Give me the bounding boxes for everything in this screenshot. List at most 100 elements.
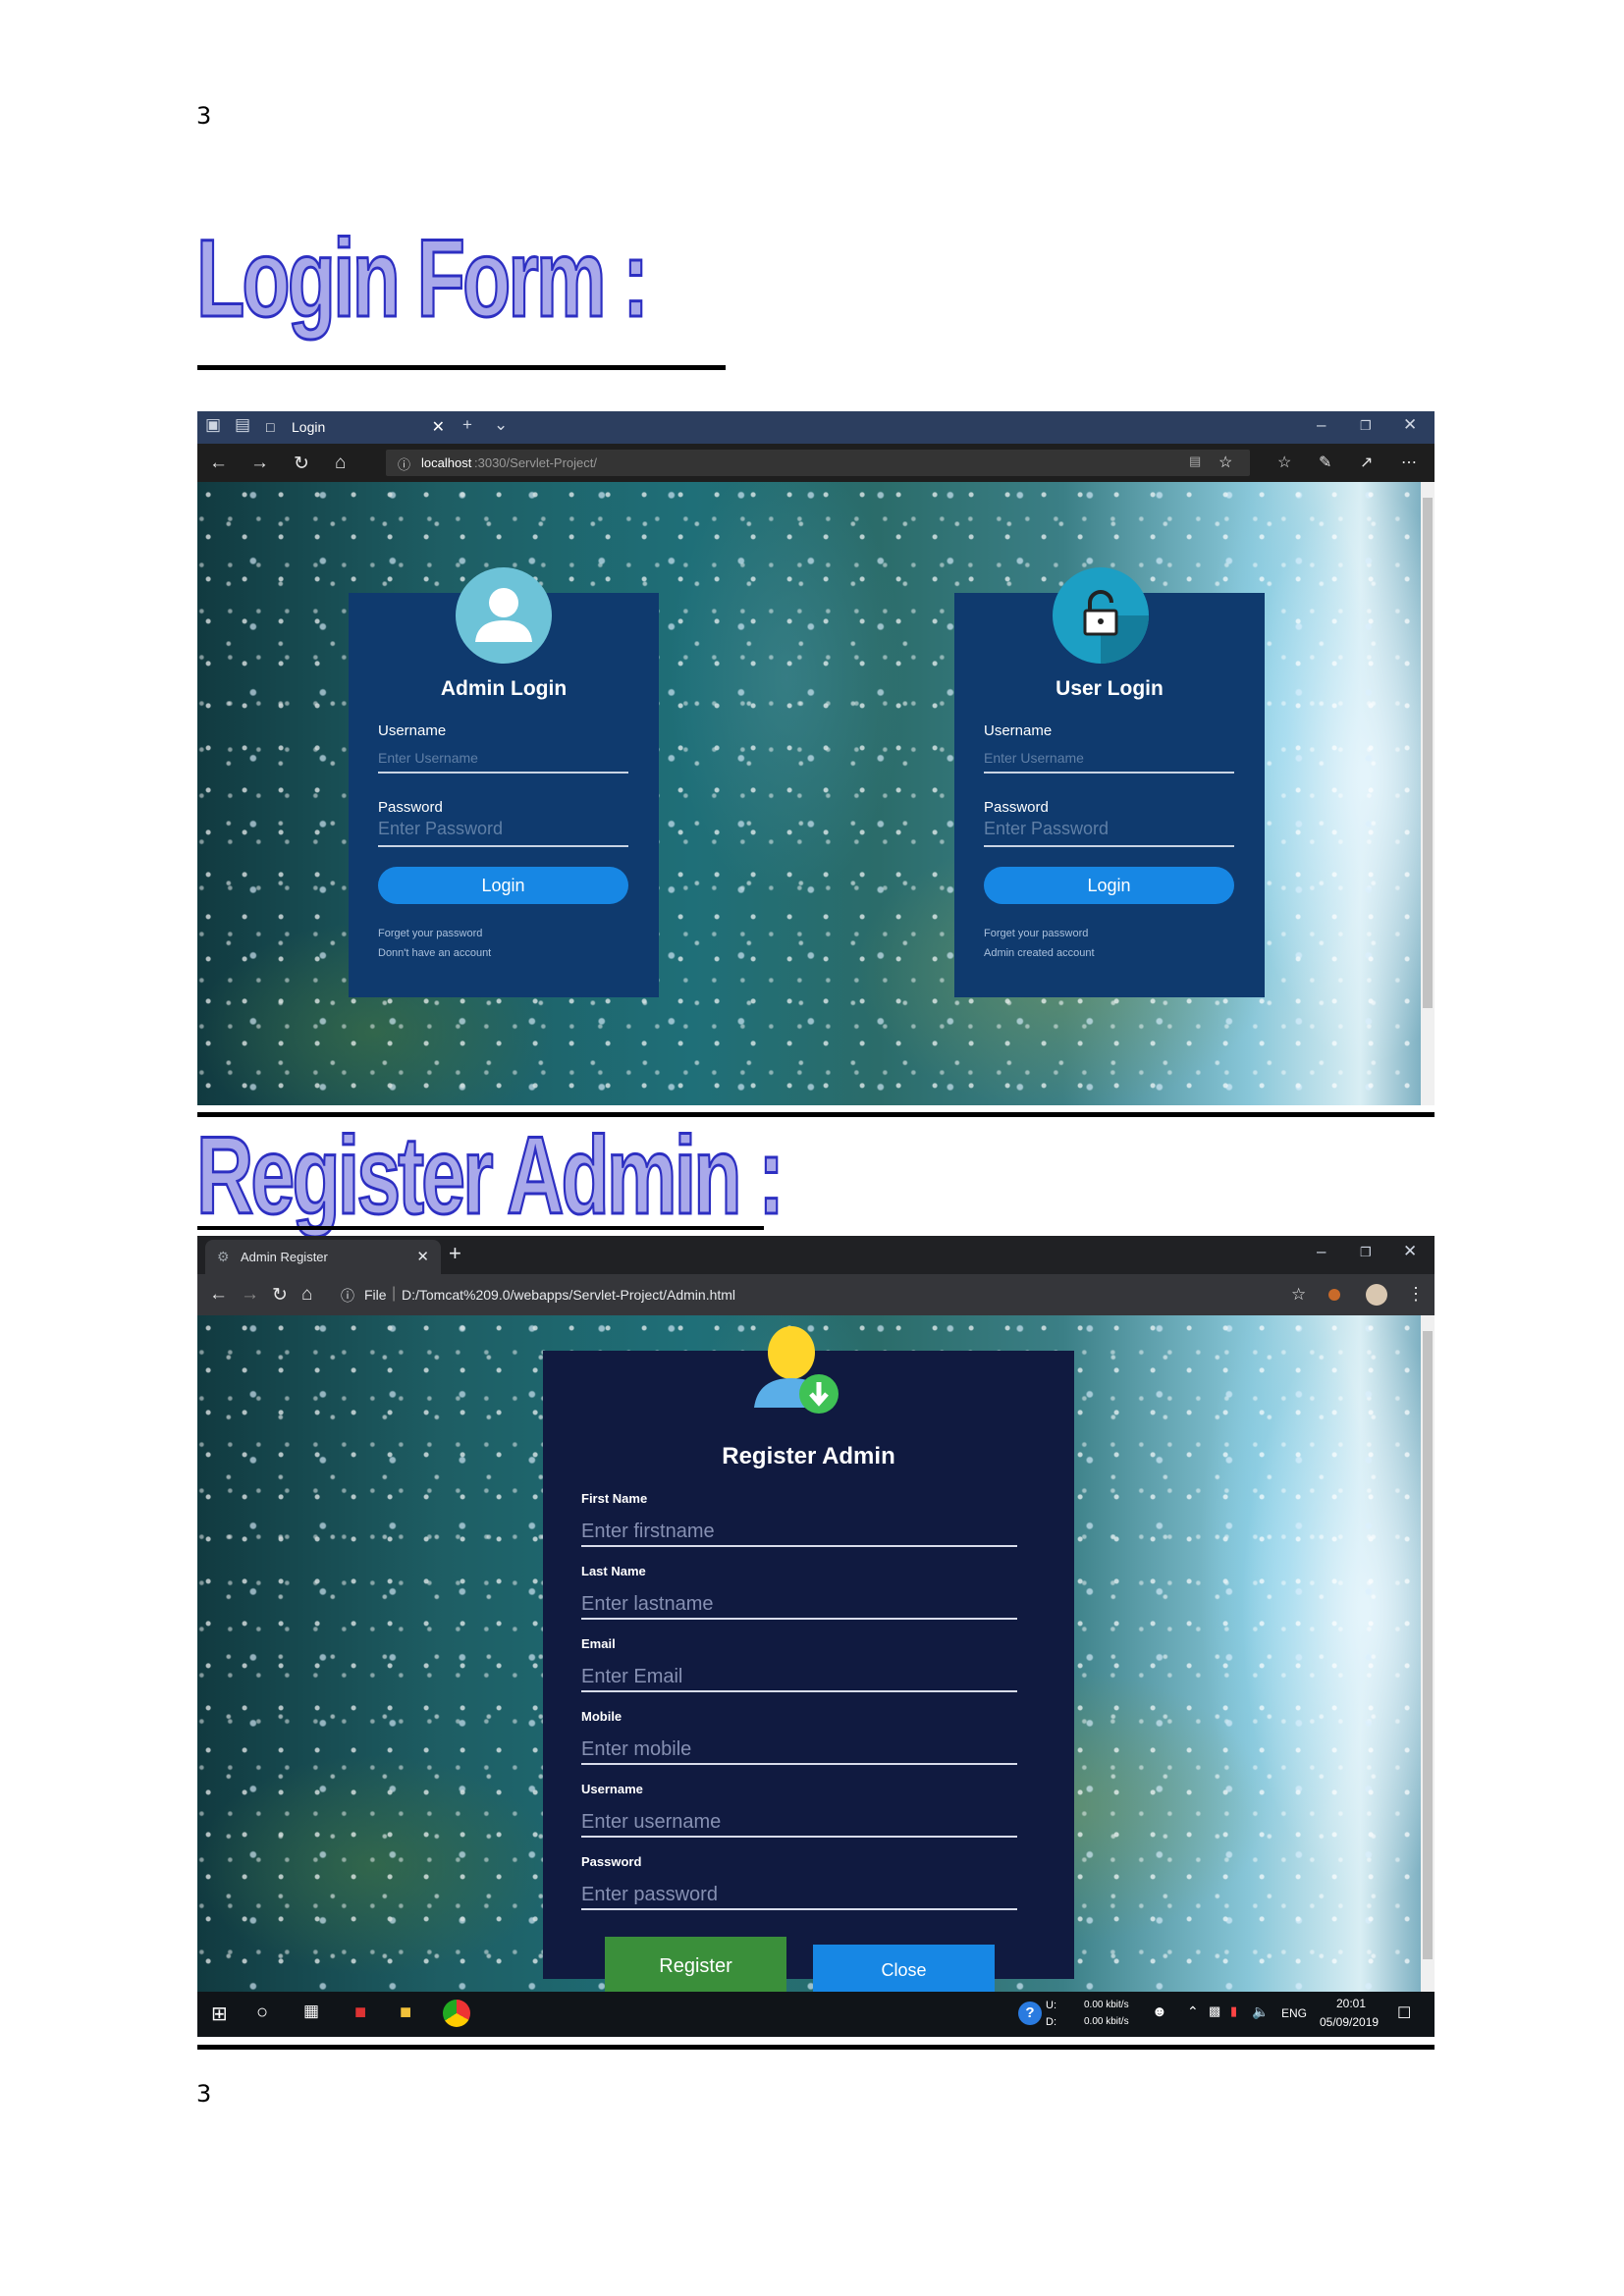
task-view-icon[interactable]: ▦ [303,2002,319,2021]
close-button[interactable]: Close [813,1945,995,1996]
file-explorer-icon[interactable]: ■ [400,2002,411,2024]
admin-login-card: Admin Login Username Enter Username Pass… [349,567,659,997]
scrollbar[interactable] [1421,482,1435,1105]
page-number-bottom: 3 [196,2080,212,2108]
url-host: localhost [421,455,472,470]
chevron-up-icon[interactable]: ⌃ [1187,2003,1199,2020]
scrollbar-thumb[interactable] [1423,1331,1433,1959]
bookmark-star-icon[interactable]: ☆ [1291,1285,1306,1305]
clock-date[interactable]: 05/09/2019 [1320,2015,1379,2029]
admin-forget-password-link[interactable]: Forget your password [378,928,482,939]
help-icon[interactable]: ? [1018,2002,1042,2025]
chrome-tab-bar: ⚙ Admin Register ✕ + – ❐ ✕ [197,1236,1435,1274]
notifications-icon[interactable]: ☐ [1397,2003,1411,2023]
back-icon[interactable]: ← [209,453,228,474]
user-username-input[interactable]: Enter Username [984,750,1234,774]
people-icon[interactable]: ☻ [1152,2003,1167,2020]
password-input[interactable]: Enter password [581,1884,1017,1910]
home-icon[interactable]: ⌂ [301,1284,312,1306]
admin-avatar [456,567,552,664]
minimize-icon[interactable]: – [1317,1242,1326,1261]
share-icon[interactable]: ↗ [1360,453,1373,472]
more-icon[interactable]: ⋯ [1401,453,1417,472]
admin-username-input[interactable]: Enter Username [378,750,628,774]
pen-icon[interactable]: ✎ [1319,453,1331,472]
battery-icon[interactable]: ▮ [1230,2003,1237,2019]
reading-view-icon[interactable]: ▤ [1189,454,1201,469]
scrollbar-thumb[interactable] [1423,498,1433,1008]
network-icon[interactable]: ▩ [1209,2003,1220,2019]
user-forget-password-link[interactable]: Forget your password [984,928,1088,939]
restore-icon[interactable]: ❐ [1360,1245,1372,1260]
app-icon[interactable]: ■ [354,2002,366,2024]
register-button[interactable]: Register [605,1937,786,1996]
new-tab-icon[interactable]: + [462,415,472,435]
tab-login[interactable]: □ Login ✕ [266,411,453,444]
tab-admin-register[interactable]: ⚙ Admin Register ✕ [205,1240,441,1274]
new-tab-icon[interactable]: + [449,1241,461,1266]
extension-icon[interactable] [1328,1289,1340,1301]
admin-password-label: Password [378,799,443,816]
email-label: Email [581,1636,616,1651]
edge-address-bar: ← → ↻ ⌂ ⓘ localhost :3030/Servlet-Projec… [197,444,1435,482]
register-screenshot: ⚙ Admin Register ✕ + – ❐ ✕ ← → ↻ ⌂ ⓘ Fil… [197,1236,1435,2037]
chrome-address-bar: ← → ↻ ⌂ ⓘ File | D:/Tomcat%209.0/webapps… [197,1274,1435,1315]
forward-icon[interactable]: → [250,453,269,474]
refresh-icon[interactable]: ↻ [272,1284,288,1307]
firstname-label: First Name [581,1491,648,1506]
page-icon: □ [266,419,275,435]
tab-manager-icon[interactable]: ▣ [205,415,221,435]
globe-icon: ⚙ [217,1249,230,1264]
lastname-input[interactable]: Enter lastname [581,1593,1017,1620]
net-down-value: 0.00 kbit/s [1084,2016,1129,2027]
language-indicator[interactable]: ENG [1281,2006,1307,2020]
favorites-icon[interactable]: ☆ [1277,453,1291,472]
close-window-icon[interactable]: ✕ [1403,1242,1417,1261]
firstname-input[interactable]: Enter firstname [581,1521,1017,1547]
url-field[interactable]: ⓘ localhost :3030/Servlet-Project/ ▤ ☆ [386,450,1250,476]
admin-username-label: Username [378,722,447,739]
admin-login-button[interactable]: Login [378,867,628,904]
chevron-down-icon[interactable]: ⌄ [494,415,508,435]
more-icon[interactable]: ⋮ [1407,1284,1425,1305]
file-label: File [364,1287,387,1303]
info-icon: ⓘ [398,457,411,472]
user-username-label: Username [984,722,1053,739]
close-tab-icon[interactable]: ✕ [432,417,445,437]
restore-icon[interactable]: ❐ [1360,418,1372,434]
avatar[interactable] [1366,1284,1387,1306]
register-admin-card: Register Admin First Name Enter firstnam… [543,1326,1074,1979]
admin-password-input[interactable]: Enter Password [378,819,628,847]
user-password-input[interactable]: Enter Password [984,819,1234,847]
chrome-icon[interactable] [443,2000,470,2027]
user-icon [475,588,532,642]
email-input[interactable]: Enter Email [581,1666,1017,1692]
windows-start-icon[interactable]: ⊞ [211,2002,228,2026]
info-icon: ⓘ [341,1288,354,1304]
search-icon[interactable]: ○ [256,2002,268,2024]
heading-underline [197,365,726,370]
user-admin-created-link[interactable]: Admin created account [984,947,1095,959]
back-icon[interactable]: ← [209,1284,228,1306]
refresh-icon[interactable]: ↻ [294,453,309,475]
tab-title: Login [292,419,326,435]
close-window-icon[interactable]: ✕ [1403,415,1417,435]
scrollbar[interactable] [1421,1315,1435,1992]
home-icon[interactable]: ⌂ [335,453,346,474]
close-tab-icon[interactable]: ✕ [416,1248,429,1265]
url-field[interactable]: D:/Tomcat%209.0/webapps/Servlet-Project/… [402,1287,735,1303]
rain-background: Admin Login Username Enter Username Pass… [197,482,1435,1105]
forward-icon[interactable]: → [241,1284,259,1306]
favorite-star-icon[interactable]: ☆ [1218,453,1232,472]
volume-icon[interactable]: 🔈 [1252,2003,1269,2020]
minimize-icon[interactable]: – [1317,415,1326,435]
clock-time[interactable]: 20:01 [1336,1997,1366,2010]
url-path: :3030/Servlet-Project/ [474,455,598,470]
mobile-input[interactable]: Enter mobile [581,1738,1017,1765]
section-divider [197,2045,1435,2050]
user-login-button[interactable]: Login [984,867,1234,904]
set-aside-tabs-icon[interactable]: ▤ [235,415,250,435]
admin-no-account-link[interactable]: Donn't have an account [378,947,491,959]
tab-title: Admin Register [241,1250,328,1264]
username-input[interactable]: Enter username [581,1811,1017,1838]
